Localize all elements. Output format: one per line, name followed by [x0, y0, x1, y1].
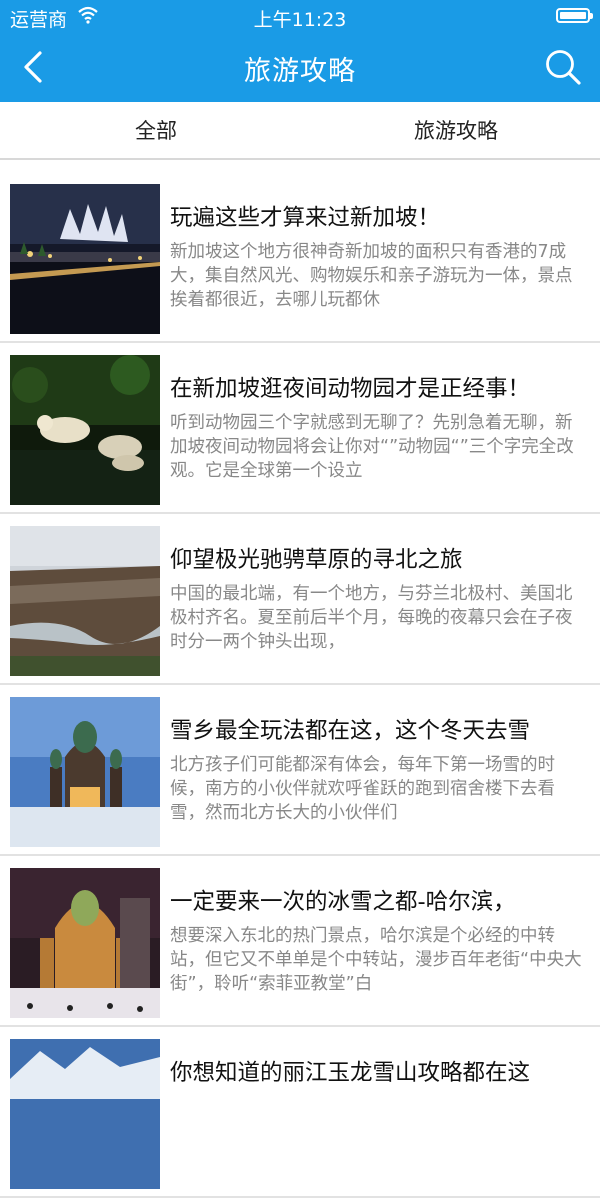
- tab-all[interactable]: 全部: [6, 102, 306, 158]
- article-title: 一定要来一次的冰雪之都-哈尔滨，: [170, 889, 516, 915]
- article-summary: 想要深入东北的热门景点，哈尔滨是个必经的中转站，但它又不单单是个中转站，漫步百年…: [170, 926, 582, 994]
- article-title: 在新加坡逛夜间动物园才是正经事！: [170, 376, 531, 402]
- article-summary: 听到动物园三个字就感到无聊了？先别急着无聊，新加坡夜间动物园将会让你对“”动物园…: [170, 413, 574, 481]
- article-summary: 中国的最北端，有一个地方，与芬兰北极村、美国北极村齐名。夏至前后半个月，每晚的夜…: [170, 584, 573, 652]
- app-header: 运营商 上午11:23 旅游攻略: [0, 0, 600, 102]
- battery-icon: [556, 8, 593, 23]
- status-bar: 运营商 上午11:23: [0, 0, 600, 32]
- article-title: 玩遍这些才算来过新加坡！: [170, 205, 441, 231]
- article-thumbnail: [10, 868, 160, 1018]
- list-item[interactable]: 仰望极光驰骋草原的寻北之旅 中国的最北端，有一个地方，与芬兰北极村、美国北极村齐…: [0, 514, 600, 685]
- article-thumbnail: [10, 184, 160, 334]
- list-item[interactable]: 玩遍这些才算来过新加坡！ 新加坡这个地方很神奇新加坡的面积只有香港的7成大，集自…: [0, 172, 600, 343]
- article-title: 你想知道的丽江玉龙雪山攻略都在这: [170, 1060, 531, 1086]
- list-item[interactable]: 雪乡最全玩法都在这，这个冬天去雪 北方孩子们可能都深有体会，每年下第一场雪的时候…: [0, 685, 600, 856]
- article-thumbnail: [10, 697, 160, 847]
- list-item[interactable]: 一定要来一次的冰雪之都-哈尔滨， 想要深入东北的热门景点，哈尔滨是个必经的中转站…: [0, 856, 600, 1027]
- list-item[interactable]: 你想知道的丽江玉龙雪山攻略都在这: [0, 1027, 600, 1198]
- list-item[interactable]: 在新加坡逛夜间动物园才是正经事！ 听到动物园三个字就感到无聊了？先别急着无聊，新…: [0, 343, 600, 514]
- article-thumbnail: [10, 1039, 160, 1189]
- article-summary: 北方孩子们可能都深有体会，每年下第一场雪的时候，南方的小伙伴就欢呼雀跃的跑到宿舍…: [170, 755, 555, 823]
- article-title: 雪乡最全玩法都在这，这个冬天去雪: [170, 718, 531, 744]
- category-tabs: 全部 旅游攻略: [0, 102, 600, 160]
- page-title: 旅游攻略: [244, 56, 356, 87]
- article-title: 仰望极光驰骋草原的寻北之旅: [170, 547, 463, 573]
- nav-bar: 旅游攻略: [0, 32, 600, 102]
- search-icon[interactable]: [544, 48, 582, 86]
- article-summary: [170, 1095, 588, 1167]
- tab-travel-guide[interactable]: 旅游攻略: [306, 102, 600, 158]
- article-summary: 新加坡这个地方很神奇新加坡的面积只有香港的7成大，集自然风光、购物娱乐和亲子游玩…: [170, 242, 573, 310]
- article-thumbnail: [10, 526, 160, 676]
- article-thumbnail: [10, 355, 160, 505]
- status-time: 上午11:23: [253, 9, 347, 31]
